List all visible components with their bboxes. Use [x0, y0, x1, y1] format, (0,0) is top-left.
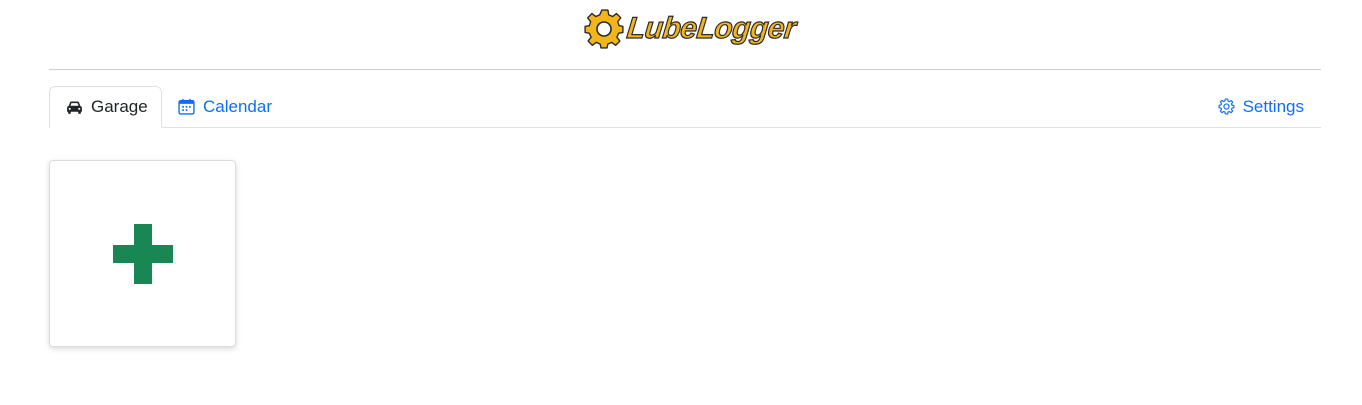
tab-garage-label: Garage: [91, 97, 148, 116]
gear-icon: [1218, 98, 1235, 115]
tab-calendar-label: Calendar: [203, 96, 272, 116]
calendar-icon: [178, 98, 195, 115]
tab-settings[interactable]: Settings: [1218, 86, 1304, 127]
logo-gear-icon: [584, 9, 624, 49]
tab-calendar[interactable]: Calendar: [178, 86, 272, 127]
tab-garage[interactable]: Garage: [49, 86, 162, 128]
tab-settings-label: Settings: [1242, 96, 1304, 116]
plus-icon: [113, 224, 173, 284]
logo[interactable]: LubeLogger: [582, 6, 798, 52]
logo-text: LubeLogger: [625, 11, 798, 45]
header: LubeLogger: [49, 0, 1321, 70]
car-icon: [67, 101, 82, 114]
add-vehicle-card[interactable]: [49, 160, 236, 347]
page: LubeLogger Garage Calendar Settings: [0, 0, 1362, 405]
tab-bar: Garage Calendar Settings: [49, 86, 1321, 128]
